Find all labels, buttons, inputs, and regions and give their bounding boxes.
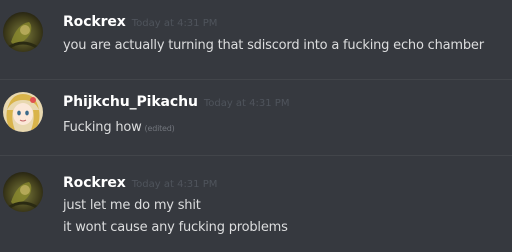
message-author[interactable]: Rockrex Today at 4:31 PM	[63, 14, 217, 30]
chat-messages: Rockrex Today at 4:31 PM you are actually…	[0, 0, 512, 252]
message-text: it wont cause any fucking problems	[63, 220, 288, 235]
avatar[interactable]	[3, 172, 43, 212]
avatar[interactable]	[3, 12, 43, 52]
message-timestamp: Today at 4:31 PM	[203, 98, 290, 109]
avatar[interactable]	[3, 92, 43, 132]
edited-label: (edited)	[144, 124, 175, 133]
message-author[interactable]: Rockrex Today at 4:31 PM	[63, 175, 217, 191]
message-author[interactable]: Phijkchu_Pikachu Today at 4:31 PM	[63, 94, 289, 110]
message-text: Fucking how (edited)	[63, 120, 175, 135]
username[interactable]: Rockrex	[63, 14, 126, 30]
message-group: Phijkchu_Pikachu Today at 4:31 PM Fucking…	[0, 80, 512, 156]
message-text: you are actually turning that sdiscord i…	[63, 38, 484, 53]
message-group: Rockrex Today at 4:31 PM just let me do m…	[0, 156, 512, 252]
username[interactable]: Rockrex	[63, 175, 126, 191]
message-timestamp: Today at 4:31 PM	[131, 18, 218, 29]
message-group: Rockrex Today at 4:31 PM you are actually…	[0, 0, 512, 80]
message-text-content: Fucking how	[63, 120, 142, 135]
message-timestamp: Today at 4:31 PM	[131, 179, 218, 190]
message-text: just let me do my shit	[63, 198, 201, 213]
username[interactable]: Phijkchu_Pikachu	[63, 94, 198, 110]
